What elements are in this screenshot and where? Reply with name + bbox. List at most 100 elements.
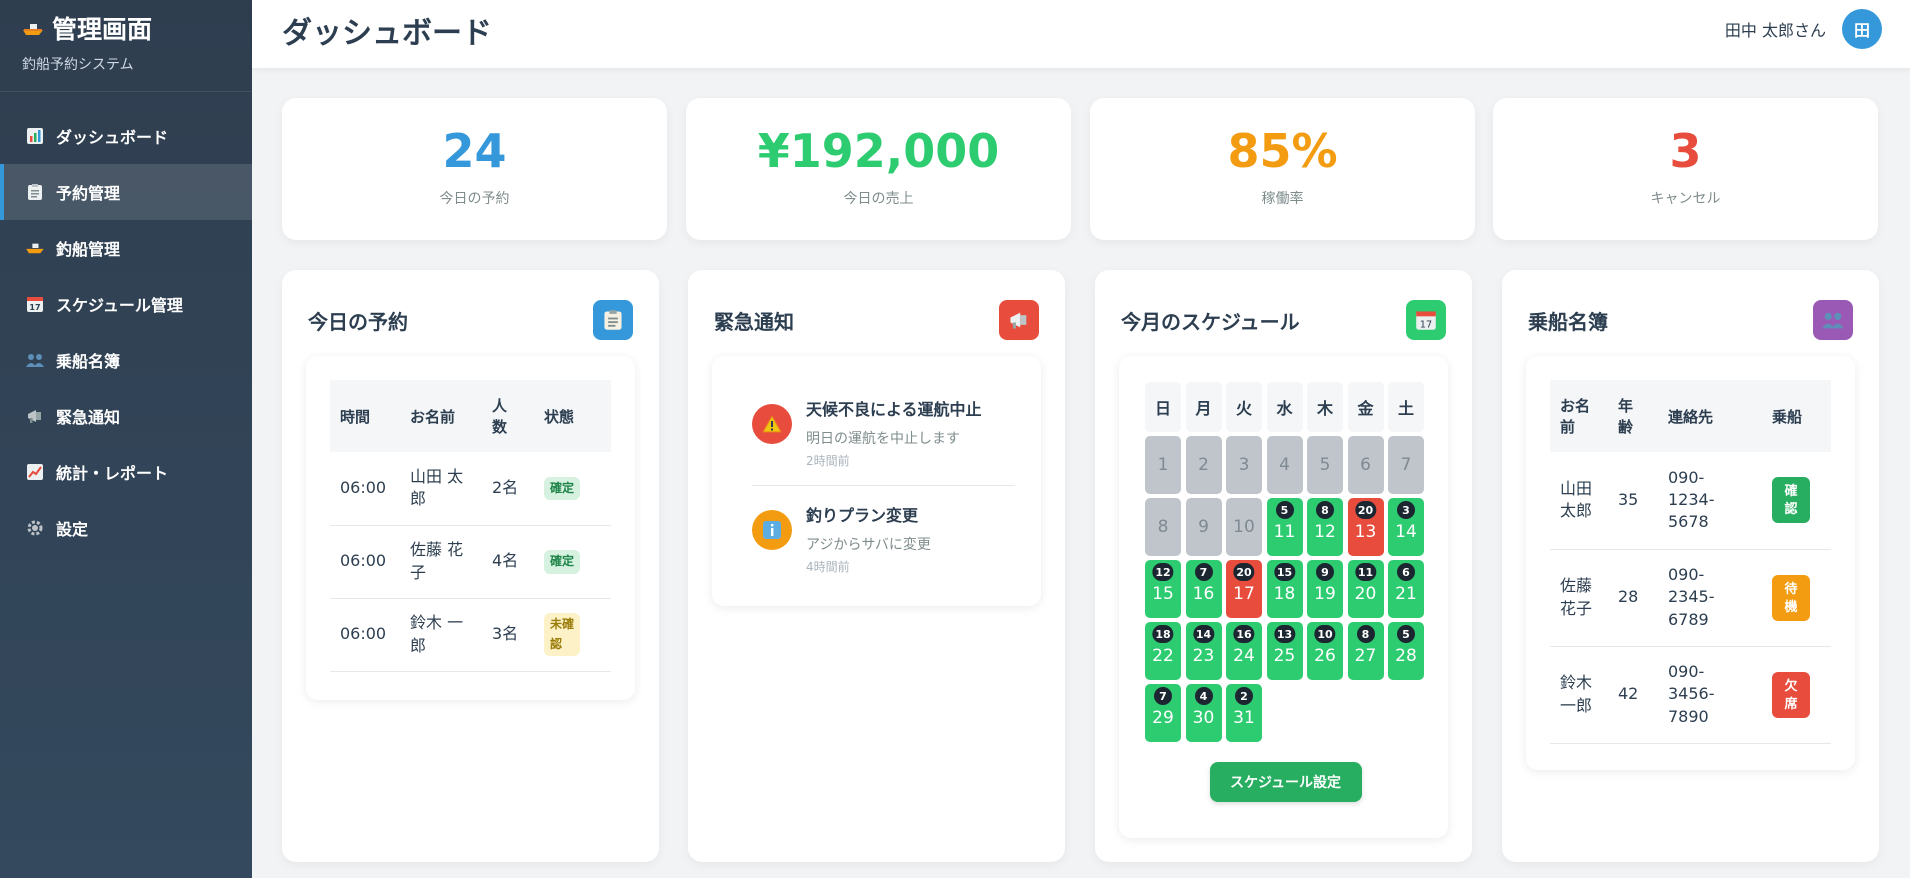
cell-boarding: 待機	[1762, 549, 1831, 647]
calendar-day[interactable]: 7 16	[1185, 560, 1222, 618]
calendar-weekday: 木	[1307, 382, 1343, 432]
calendar-day[interactable]: 8 12	[1307, 498, 1343, 556]
table-row[interactable]: 山田 太郎 35 090- 1234- 5678 確認	[1550, 452, 1831, 550]
cell-age: 35	[1608, 452, 1658, 550]
calendar-day[interactable]: 4 30	[1185, 684, 1222, 742]
calendar-day-number: 17	[1233, 584, 1255, 604]
brand-title: 管理画面	[22, 10, 230, 46]
sidebar-item-label: ダッシュボード	[56, 128, 169, 147]
calendar-day[interactable]: 5 11	[1266, 498, 1303, 556]
calendar-day[interactable]: 12 15	[1145, 560, 1181, 618]
notice-item[interactable]: 釣りプラン変更 アジからサバに変更 4時間前	[752, 486, 1015, 591]
brand: 管理画面 釣船予約システム	[0, 0, 252, 92]
svg-text:17: 17	[1420, 319, 1432, 330]
calendar-day[interactable]: 20 17	[1226, 560, 1262, 618]
cell-contact: 090- 2345- 6789	[1658, 549, 1762, 647]
booking-count-badge: 11	[1354, 563, 1377, 581]
calendar-day[interactable]: 7 29	[1145, 684, 1181, 742]
calendar-day[interactable]: 3 14	[1388, 498, 1424, 556]
panel-passenger-roster: 乗船名簿 お名前 年齢 連絡先 乗船 山田 太郎 35 090- 1234- 5678…	[1502, 270, 1879, 862]
calendar-day[interactable]: 20 13	[1347, 498, 1384, 556]
stat-value: ¥192,000	[757, 124, 1000, 178]
calendar-day[interactable]: 18 22	[1145, 622, 1181, 680]
calendar-day-number: 12	[1314, 522, 1336, 542]
calendar-day[interactable]: 10 26	[1307, 622, 1343, 680]
calendar-day[interactable]: 15 18	[1266, 560, 1303, 618]
cell-age: 28	[1608, 549, 1658, 647]
sidebar-item-schedule[interactable]: 17 スケジュール管理	[0, 276, 252, 332]
user-menu[interactable]: 田中 太郎さん 田	[1725, 9, 1882, 49]
cell-people: 3名	[482, 598, 534, 672]
calendar-day[interactable]: 6 21	[1388, 560, 1424, 618]
cell-time: 06:00	[330, 598, 400, 672]
calendar-weekday: 日	[1145, 382, 1181, 432]
brand-title-text: 管理画面	[52, 15, 153, 44]
boat-icon	[24, 237, 46, 259]
calendar-day[interactable]: 2	[1185, 436, 1222, 494]
schedule-settings-button[interactable]: スケジュール設定	[1209, 762, 1362, 802]
calendar-day[interactable]: 8	[1145, 498, 1181, 556]
calendar-day[interactable]: 7	[1388, 436, 1424, 494]
boarding-badge[interactable]: 欠席	[1772, 671, 1810, 718]
table-row[interactable]: 06:00 山田 太郎 2名 確定	[330, 452, 611, 526]
calendar-day-number: 21	[1395, 584, 1417, 604]
column-header-contact: 連絡先	[1658, 380, 1762, 452]
calendar-day-number: 11	[1273, 522, 1296, 542]
table-row[interactable]: 佐藤 花子 28 090- 2345- 6789 待機	[1550, 549, 1831, 647]
notice-item[interactable]: 天候不良による運航中止 明日の運航を中止します 2時間前	[752, 380, 1015, 486]
boarding-badge[interactable]: 確認	[1772, 477, 1810, 524]
clipboard-icon	[593, 300, 633, 340]
calendar-day[interactable]: 4	[1266, 436, 1303, 494]
table-row[interactable]: 鈴木 一郎 42 090- 3456- 7890 欠席	[1550, 646, 1831, 744]
status-badge: 確定	[544, 550, 581, 574]
sidebar-item-label: スケジュール管理	[56, 296, 183, 315]
calendar-day[interactable]: 5	[1307, 436, 1343, 494]
booking-count-badge: 8	[1356, 625, 1375, 643]
calendar-day-number: 14	[1395, 522, 1417, 542]
booking-count-badge: 3	[1397, 501, 1415, 519]
calendar-day[interactable]: 6	[1347, 436, 1384, 494]
calendar-day[interactable]: 16 24	[1226, 622, 1262, 680]
calendar-day[interactable]: 1	[1145, 436, 1181, 494]
table-row[interactable]: 06:00 鈴木 一郎 3名 未確認	[330, 598, 611, 672]
sidebar-item-reservations[interactable]: 予約管理	[0, 164, 252, 220]
cell-status: 未確認	[534, 598, 611, 672]
calendar-day-number: 27	[1354, 646, 1377, 666]
stat-value: 85%	[1227, 124, 1338, 178]
boarding-badge[interactable]: 待機	[1772, 574, 1810, 621]
calendar-day[interactable]: 9 19	[1307, 560, 1343, 618]
people-icon	[24, 349, 46, 371]
brand-subtitle: 釣船予約システム	[22, 57, 134, 73]
stat-label: 今日の売上	[843, 191, 914, 207]
notices-card: 天候不良による運航中止 明日の運航を中止します 2時間前 釣りプラン変更 アジか…	[712, 356, 1041, 606]
column-header-name: お名前	[400, 380, 482, 452]
sidebar-item-alerts[interactable]: 緊急通知	[0, 388, 252, 444]
sidebar-item-settings[interactable]: 設定	[0, 500, 252, 556]
calendar-day[interactable]: 9	[1185, 498, 1222, 556]
avatar[interactable]: 田	[1842, 9, 1882, 49]
calendar-day[interactable]: 10	[1226, 498, 1262, 556]
calendar-day[interactable]: 11 20	[1347, 560, 1384, 618]
calendar-day[interactable]: 14 23	[1185, 622, 1222, 680]
cell-name: 山田 太郎	[400, 452, 482, 526]
sidebar-item-reports[interactable]: 統計・レポート	[0, 444, 252, 500]
calendar-day[interactable]: 5 28	[1388, 622, 1424, 680]
calendar-day-number: 25	[1273, 646, 1296, 666]
calendar-day-number: 6	[1360, 455, 1371, 475]
calendar-day[interactable]: 8 27	[1347, 622, 1384, 680]
table-row[interactable]: 06:00 佐藤 花子 4名 確定	[330, 525, 611, 599]
panel-title: 今月のスケジュール	[1121, 309, 1300, 334]
sidebar-item-boats[interactable]: 釣船管理	[0, 220, 252, 276]
calendar-day[interactable]: 3	[1226, 436, 1262, 494]
calendar-day[interactable]: 2 31	[1226, 684, 1262, 742]
calendar-day[interactable]: 13 25	[1266, 622, 1303, 680]
panel-title: 緊急通知	[714, 309, 794, 334]
stat-label: 稼働率	[1261, 191, 1304, 207]
sidebar-item-roster[interactable]: 乗船名簿	[0, 332, 252, 388]
calendar-day-number: 16	[1192, 584, 1215, 604]
panel-urgent-notices: 緊急通知 天候不良による運航中止 明日の運航を中止します 2時間前 釣りプラン変…	[688, 270, 1065, 862]
calendar-day-number: 10	[1233, 517, 1255, 537]
sidebar-item-dashboard[interactable]: ダッシュボード	[0, 108, 252, 164]
panel-today-reservations: 今日の予約 時間 お名前 人数 状態 06:00 山田 太郎 2名 確定 06:…	[282, 270, 659, 862]
boat-icon	[22, 14, 44, 43]
